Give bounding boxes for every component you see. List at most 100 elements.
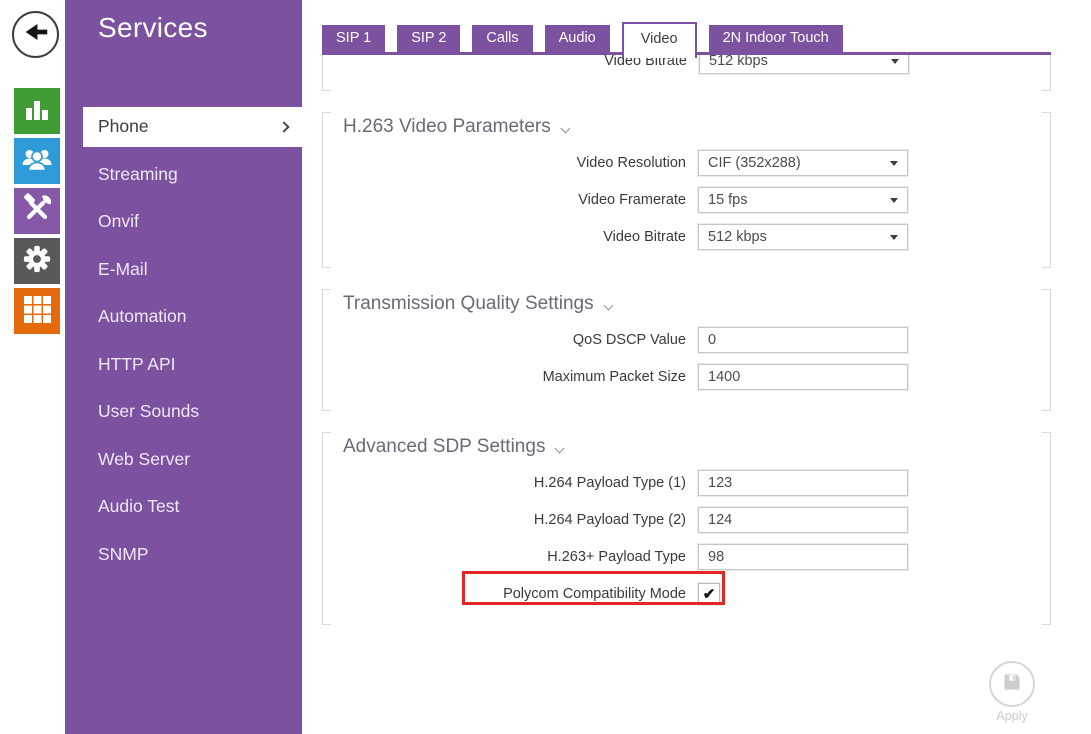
field-label: Video Framerate [323,192,686,208]
section-title-text: H.263 Video Parameters [343,116,551,138]
select-value: CIF (352x288) [708,155,801,171]
page-title: Services [98,12,208,44]
sidebar-item-streaming[interactable]: Streaming [65,151,302,199]
sidebar-item-label: Phone [98,116,149,137]
dropdown-arrow-icon [890,198,898,203]
max-packet-size-input[interactable] [698,364,908,390]
sidebar-item-automation[interactable]: Automation [65,293,302,341]
sidebar-item-email[interactable]: E-Mail [65,246,302,294]
dropdown-arrow-icon [890,235,898,240]
sidebar-item-onvif[interactable]: Onvif [65,198,302,246]
collapse-chevron-icon[interactable] [560,123,570,133]
directory-nav-button[interactable] [14,138,60,184]
sidebar-item-phone[interactable]: Phone [83,107,302,147]
save-floppy-icon [1001,671,1023,698]
corner-mark [1042,432,1050,433]
field-label: H.264 Payload Type (1) [323,475,686,491]
select-value: 512 kbps [709,55,768,69]
section-transmission-quality: Transmission Quality Settings QoS DSCP V… [322,289,1051,411]
qos-dscp-input[interactable] [698,327,908,353]
sidebar-item-user-sounds[interactable]: User Sounds [65,388,302,436]
sidebar-item-label: HTTP API [98,354,175,375]
corner-mark [1042,624,1050,625]
sidebar-item-snmp[interactable]: SNMP [65,531,302,579]
field-label: Polycom Compatibility Mode [323,586,686,602]
corner-mark [323,432,331,433]
chevron-right-icon [278,121,289,132]
system-nav-button[interactable] [14,288,60,334]
apply-button-circle [989,661,1035,707]
corner-mark [1042,267,1050,268]
icon-rail [0,0,65,734]
video-framerate-select[interactable]: 15 fps [698,187,908,213]
sidebar-item-http-api[interactable]: HTTP API [65,341,302,389]
status-nav-button[interactable] [14,88,60,134]
form-row: QoS DSCP Value [323,327,1050,353]
corner-mark [323,267,331,268]
sidebar-item-audio-test[interactable]: Audio Test [65,483,302,531]
h264-payload-type-1-input[interactable] [698,470,908,496]
section-advanced-sdp: Advanced SDP Settings H.264 Payload Type… [322,432,1051,625]
h263plus-payload-type-input[interactable] [698,544,908,570]
sidebar-item-label: SNMP [98,544,149,565]
section-h263-video-parameters: H.263 Video Parameters Video Resolution … [322,112,1051,268]
corner-mark [1042,289,1050,290]
hardware-nav-button[interactable] [14,238,60,284]
corner-mark [323,624,331,625]
h264-payload-type-2-input[interactable] [698,507,908,533]
sidebar-item-label: User Sounds [98,401,199,422]
form-row: Maximum Packet Size [323,364,1050,390]
corner-mark [1042,112,1050,113]
form-row: H.264 Payload Type (1) [323,470,1050,496]
field-label: QoS DSCP Value [323,332,686,348]
services-sidebar: Services Phone Streaming Onvif E-Mail Au… [65,0,302,734]
field-label: H.263+ Payload Type [323,549,686,565]
field-label: Maximum Packet Size [323,369,686,385]
sidebar-item-label: Onvif [98,211,139,232]
form-row: H.264 Payload Type (2) [323,507,1050,533]
clipped-row-wrap: Video Bitrate 512 kbps [324,55,1049,90]
corner-mark [1042,410,1050,411]
sidebar-item-web-server[interactable]: Web Server [65,436,302,484]
select-value: 15 fps [708,192,748,208]
sidebar-item-label: E-Mail [98,259,148,280]
tab-video[interactable]: Video [622,22,697,58]
form-row: H.263+ Payload Type [323,544,1050,570]
collapse-chevron-icon[interactable] [555,443,565,453]
collapse-chevron-icon[interactable] [603,300,613,310]
content-area: Video Bitrate 512 kbps H.263 Video Param… [320,0,1051,734]
section-h264-partial: Video Bitrate 512 kbps [322,55,1051,91]
back-button[interactable] [12,11,59,58]
section-title-text: Advanced SDP Settings [343,436,545,458]
sidebar-nav: Phone Streaming Onvif E-Mail Automation … [65,103,302,578]
video-resolution-select[interactable]: CIF (352x288) [698,150,908,176]
sidebar-item-label: Audio Test [98,496,179,517]
form-row-polycom: Polycom Compatibility Mode ✔ [323,581,1050,607]
video-bitrate-select[interactable]: 512 kbps [699,55,909,74]
form-row: Video Resolution CIF (352x288) [323,150,1050,176]
select-value: 512 kbps [708,229,767,245]
apply-button-label: Apply [985,709,1039,723]
apply-button[interactable]: Apply [985,661,1039,723]
polycom-compatibility-checkbox[interactable]: ✔ [698,583,720,605]
checkmark-icon: ✔ [703,585,716,603]
section-title: H.263 Video Parameters [343,116,1050,138]
dropdown-arrow-icon [891,59,899,64]
corner-mark [323,112,331,113]
bar-chart-icon [22,94,52,129]
field-label: Video Resolution [323,155,686,171]
sidebar-item-label: Web Server [98,449,190,470]
field-label: H.264 Payload Type (2) [323,512,686,528]
corner-mark [323,289,331,290]
hammer-wrench-icon [21,193,53,230]
section-title: Transmission Quality Settings [343,293,1050,315]
section-title-text: Transmission Quality Settings [343,293,594,315]
field-label: Video Bitrate [323,229,686,245]
grid-icon [22,294,52,329]
services-nav-button[interactable] [14,188,60,234]
corner-mark [323,90,331,91]
gear-icon [22,244,52,279]
sidebar-item-label: Automation [98,306,187,327]
video-bitrate-h263-select[interactable]: 512 kbps [698,224,908,250]
dropdown-arrow-icon [890,161,898,166]
